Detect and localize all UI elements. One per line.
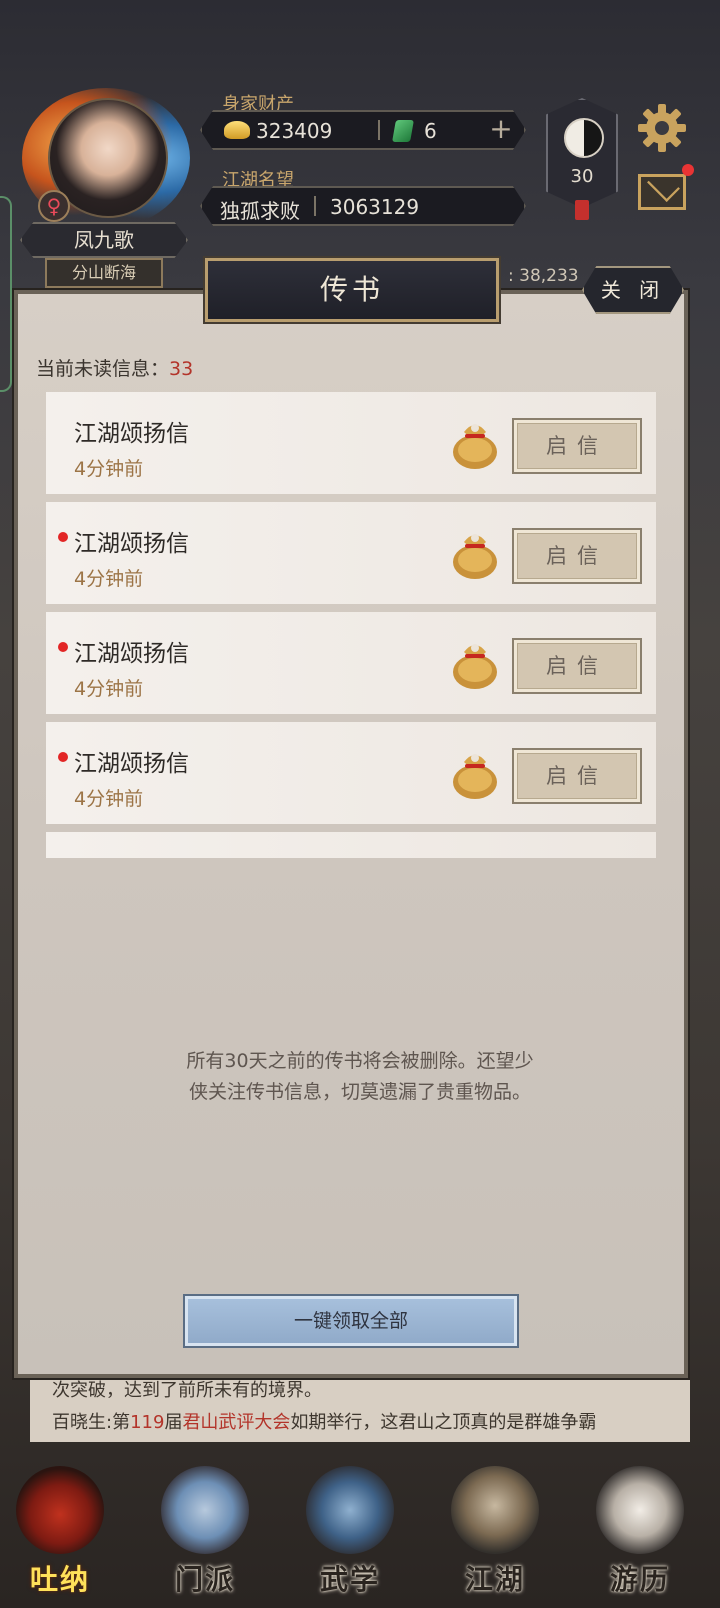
money-bag-icon (453, 534, 497, 579)
letter-time: 4分钟前 (74, 788, 144, 810)
letter-time: 4分钟前 (74, 458, 144, 480)
bottom-nav: 吐纳 门派 武学 江湖 游历 (0, 1440, 720, 1608)
side-panel-edge (0, 196, 12, 392)
open-letter-button[interactable]: 启信 (512, 418, 642, 474)
player-header: ♀ 凤九歌 分山断海 身家财产 323409 6 + 江湖名望 独孤求败 306… (0, 0, 720, 392)
nav-label: 江湖 (464, 1563, 525, 1596)
ticker-highlight: 119 (130, 1412, 165, 1433)
sect-icon (161, 1466, 249, 1554)
divider (314, 196, 316, 216)
gold-ingot-icon (224, 121, 250, 139)
open-letter-button[interactable]: 启信 (512, 638, 642, 694)
unread-label: 当前未读信息： (36, 358, 170, 380)
jade-value: 6 (424, 119, 437, 143)
breathing-icon (16, 1466, 104, 1554)
nav-label: 游历 (609, 1563, 670, 1596)
sect-name: 分山断海 (45, 258, 163, 288)
nav-item-travel[interactable]: 游历 (590, 1454, 690, 1604)
money-bag-icon (453, 754, 497, 799)
ticker-text: 百晓生:第 (52, 1412, 131, 1433)
straw-hat-icon (451, 1466, 539, 1554)
letter-time: 4分钟前 (74, 568, 144, 590)
tassel-decoration (575, 200, 589, 220)
list-item[interactable]: 江湖颂扬信 4分钟前 启信 (46, 612, 656, 714)
nav-item-sect[interactable]: 门派 (155, 1454, 255, 1604)
list-item-partial[interactable] (46, 832, 656, 858)
money-bag-icon (453, 424, 497, 469)
wealth-bar: 323409 6 + (200, 110, 526, 150)
notification-dot (682, 164, 694, 176)
letter-title: 江湖颂扬信 (74, 751, 189, 777)
nav-label: 武学 (319, 1563, 380, 1596)
letter-title: 江湖颂扬信 (74, 421, 189, 447)
money-bag-icon (453, 644, 497, 689)
notice-line: 所有30天之前的传书将会被删除。还望少 (186, 1050, 534, 1072)
letter-title: 江湖颂扬信 (74, 641, 189, 667)
gear-icon[interactable] (636, 102, 688, 154)
dialog-title: 传书 (203, 256, 501, 324)
letter-title: 江湖颂扬信 (74, 531, 189, 557)
level-badge[interactable]: 30 (546, 98, 618, 208)
fame-title: 独孤求败 (220, 199, 300, 223)
add-currency-button[interactable]: + (486, 114, 516, 144)
nav-label: 门派 (174, 1563, 235, 1596)
nav-item-breathing[interactable]: 吐纳 (10, 1454, 110, 1604)
nav-label: 吐纳 (29, 1563, 90, 1596)
fame-value: 3063129 (330, 195, 420, 219)
yinyang-icon (564, 118, 604, 158)
divider (378, 120, 380, 140)
fame-bar: 独孤求败 3063129 (200, 186, 526, 226)
letter-time: 4分钟前 (74, 678, 144, 700)
deletion-notice: 所有30天之前的传书将会被删除。还望少 侠关注传书信息，切莫遗漏了贵重物品。 (150, 1046, 570, 1108)
unread-dot (58, 752, 68, 762)
open-letter-button[interactable]: 启信 (512, 748, 642, 804)
level-value: 30 (570, 166, 594, 187)
jade-icon (392, 120, 414, 142)
ticker-text: 届 (164, 1412, 183, 1433)
list-item[interactable]: 江湖颂扬信 4分钟前 启信 (46, 722, 656, 824)
list-item[interactable]: 江湖颂扬信 4分钟前 启信 (46, 392, 656, 494)
female-gender-icon: ♀ (38, 190, 70, 222)
nav-item-martial-arts[interactable]: 武学 (300, 1454, 400, 1604)
martial-arts-book-icon (306, 1466, 394, 1554)
unread-dot (58, 642, 68, 652)
letter-list[interactable]: 江湖颂扬信 4分钟前 启信 江湖颂扬信 4分钟前 启信 江湖颂扬信 4分钟前 启… (38, 386, 664, 858)
ticker-highlight: 君山武评大会 (182, 1412, 291, 1433)
background-counter: : 38,233 (508, 266, 579, 286)
unread-summary: 当前未读信息：33 (36, 354, 193, 381)
unread-dot (58, 532, 68, 542)
gold-value: 323409 (256, 119, 333, 143)
ticker-text: 如期举行，这君山之顶真的是群雄争霸 (290, 1412, 597, 1433)
notice-line: 侠关注传书信息，切莫遗漏了贵重物品。 (188, 1081, 531, 1103)
player-name: 凤九歌 (20, 222, 188, 258)
ticker-line: 百晓生:第119届君山武评大会如期举行，这君山之顶真的是群雄争霸 (52, 1408, 596, 1434)
ticker-line: 次突破，达到了前所未有的境界。 (52, 1380, 322, 1401)
horse-icon (596, 1466, 684, 1554)
claim-all-button[interactable]: 一键领取全部 (183, 1294, 519, 1348)
unread-count: 33 (169, 358, 194, 380)
close-button[interactable]: 关 闭 (582, 266, 684, 314)
open-letter-button[interactable]: 启信 (512, 528, 642, 584)
nav-item-jianghu[interactable]: 江湖 (445, 1454, 545, 1604)
list-item[interactable]: 江湖颂扬信 4分钟前 启信 (46, 502, 656, 604)
mail-icon[interactable] (638, 174, 686, 210)
